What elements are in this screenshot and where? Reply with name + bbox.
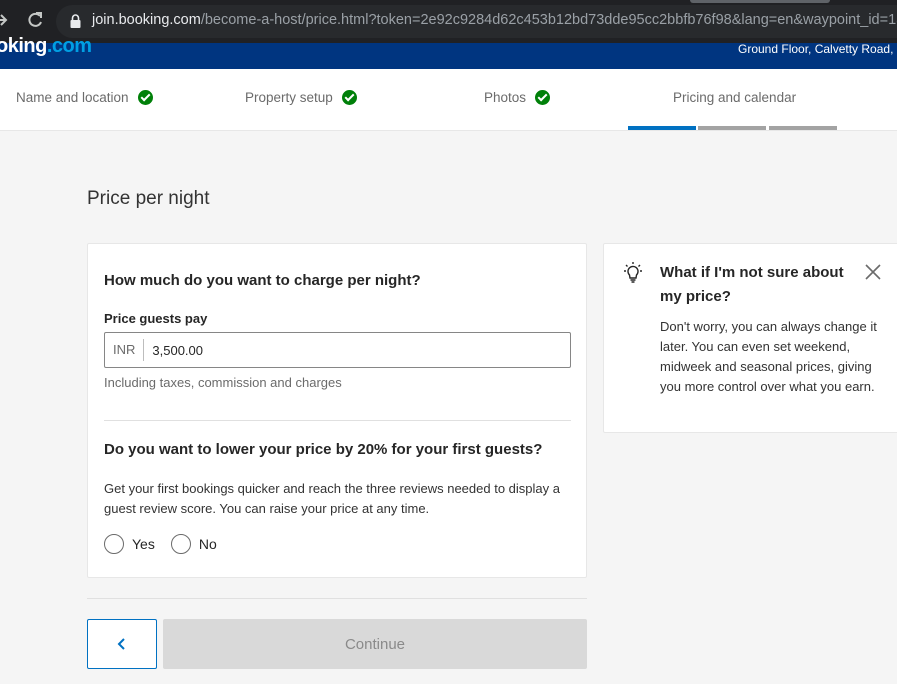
tab-strip-fragment	[690, 0, 830, 3]
step-name-and-location[interactable]: Name and location	[16, 90, 153, 105]
continue-button[interactable]: Continue	[163, 619, 587, 669]
tip-card: What if I'm not sure about my price? Don…	[603, 243, 897, 433]
radio-yes-label: Yes	[132, 536, 155, 552]
step-pricing-and-calendar[interactable]: Pricing and calendar	[673, 90, 796, 105]
discount-radio-group: Yes No	[104, 534, 233, 554]
page-title: Price per night	[87, 188, 210, 209]
radio-no-label: No	[198, 536, 217, 552]
property-address: Ground Floor, Calvetty Road, C	[738, 42, 897, 56]
substep-progress-pending	[769, 126, 837, 130]
site-header: oking.com Ground Floor, Calvetty Road, C	[0, 35, 897, 69]
radio-yes[interactable]: Yes	[104, 534, 155, 554]
step-label: Photos	[484, 90, 527, 105]
substep-progress-pending	[698, 126, 766, 130]
step-label: Name and location	[16, 90, 129, 105]
price-hint: Including taxes, commission and charges	[104, 375, 342, 390]
price-input[interactable]: INR 3,500.00	[104, 332, 571, 368]
substep-progress-active	[628, 126, 696, 130]
back-button[interactable]	[87, 619, 157, 669]
price-question: How much do you want to charge per night…	[104, 272, 421, 289]
discount-description: Get your first bookings quicker and reac…	[104, 481, 560, 516]
logo-suffix: .com	[46, 35, 92, 57]
price-field-label: Price guests pay	[104, 311, 208, 326]
discount-question: Do you want to lower your price by 20% f…	[104, 441, 543, 458]
logo-text: oking	[0, 35, 47, 57]
close-icon[interactable]	[864, 263, 882, 281]
reload-icon[interactable]	[26, 10, 44, 30]
back-arrow-icon[interactable]	[0, 10, 8, 30]
check-circle-icon	[341, 90, 357, 105]
tip-body: Don't worry, you can always change it la…	[660, 319, 877, 394]
booking-logo[interactable]: oking.com	[0, 35, 92, 58]
step-label: Pricing and calendar	[673, 90, 797, 105]
radio-no[interactable]: No	[170, 534, 217, 554]
divider	[87, 598, 587, 599]
step-photos[interactable]: Photos	[484, 90, 551, 105]
price-card: How much do you want to charge per night…	[87, 243, 587, 578]
step-property-setup[interactable]: Property setup	[245, 90, 357, 105]
lock-icon	[70, 14, 81, 28]
browser-toolbar: join.booking.com/become-a-host/price.htm…	[0, 0, 897, 43]
check-circle-icon	[137, 90, 153, 105]
url-host: join.booking.com	[92, 12, 201, 28]
check-circle-icon	[535, 90, 551, 105]
divider	[104, 420, 571, 421]
address-bar[interactable]: join.booking.com/become-a-host/price.htm…	[56, 5, 897, 38]
lightbulb-icon	[624, 262, 642, 283]
tip-title: What if I'm not sure about my price?	[660, 264, 844, 305]
url-text: join.booking.com/become-a-host/price.htm…	[92, 12, 897, 28]
step-label: Property setup	[245, 90, 333, 105]
chevron-left-icon	[117, 638, 125, 650]
radio-circle-icon[interactable]	[104, 534, 124, 554]
url-path: /become-a-host/price.html?token=2e92c928…	[200, 12, 897, 28]
currency-prefix: INR	[105, 339, 145, 361]
price-value[interactable]: 3,500.00	[144, 343, 203, 358]
progress-steps: Name and location Property setup Photos …	[0, 69, 897, 131]
radio-circle-icon[interactable]	[170, 534, 191, 554]
